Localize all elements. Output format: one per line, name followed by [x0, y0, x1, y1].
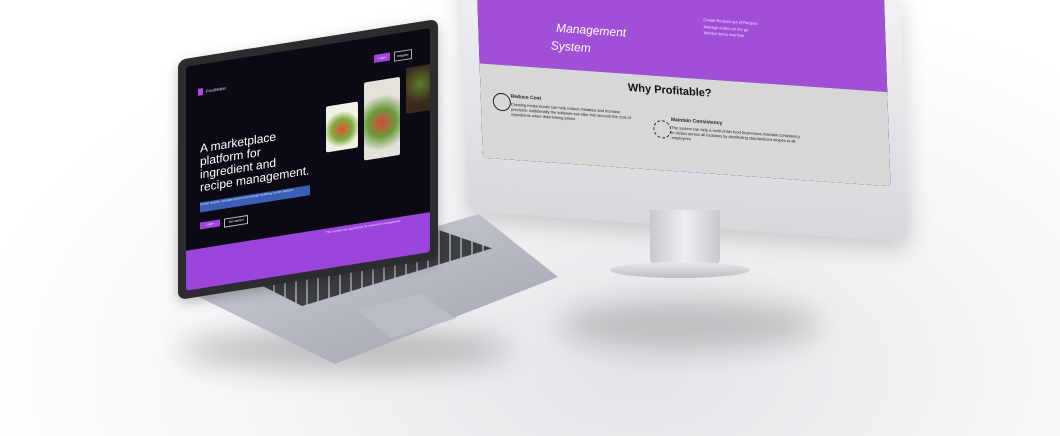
monitor-shadow [560, 300, 820, 350]
cta-primary-button[interactable]: Login [200, 219, 220, 230]
monitor-base [610, 262, 750, 278]
consistency-icon [652, 119, 672, 139]
hero-feature-list: Create Recipes out of Recipes Manage ord… [703, 17, 758, 40]
laptop: FoodMaker Login Register A marketplace p… [170, 18, 570, 398]
device-mockup-scene: Management System Create Recipes out of … [0, 0, 1060, 436]
brand-logo-icon [198, 88, 203, 96]
strip-text: The number one application for restauran… [326, 218, 401, 235]
login-button[interactable]: Login [374, 52, 390, 63]
hero-title-line1: Management [555, 20, 627, 40]
laptop-lid: FoodMaker Login Register A marketplace p… [178, 18, 438, 301]
cta-secondary-button[interactable]: Get started [224, 214, 248, 228]
monitor-stand [650, 210, 720, 270]
hero-headline: A marketplace platform for ingredient an… [200, 129, 310, 195]
brand-name: FoodMaker [206, 85, 227, 94]
register-button[interactable]: Register [394, 48, 412, 62]
laptop-screen: FoodMaker Login Register A marketplace p… [186, 28, 430, 291]
feature-maintain-consistency: Maintain Consistency The system can help… [671, 117, 802, 149]
food-photo [406, 63, 430, 114]
dish-photo [364, 76, 400, 161]
salad-photo [326, 101, 358, 153]
section-title: Why Profitable? [627, 81, 712, 100]
